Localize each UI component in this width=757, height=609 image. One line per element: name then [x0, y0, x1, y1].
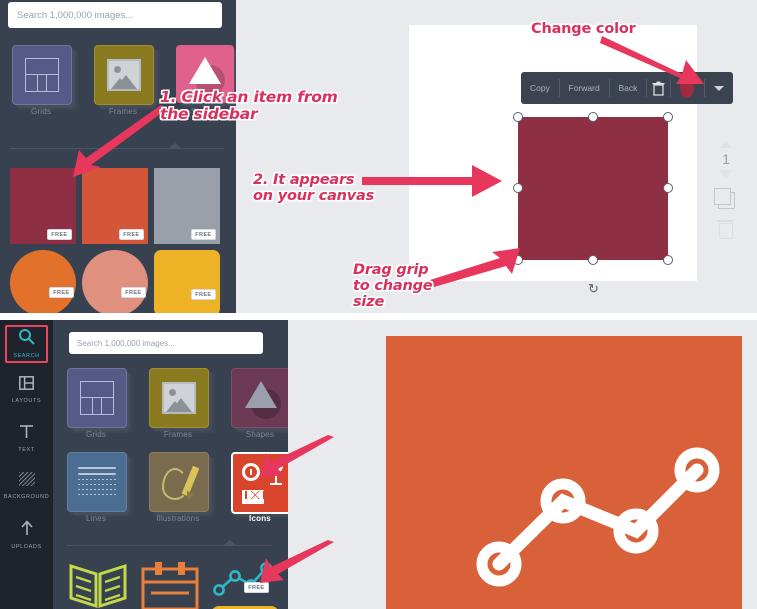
category-label-frames: Frames: [163, 430, 193, 439]
category-label-lines: Lines: [85, 514, 107, 523]
arrow-to-sidebar-item: [73, 105, 167, 177]
bottom-sidebar: Grids Frames Shapes: [53, 320, 293, 609]
free-badge: FREE: [46, 229, 72, 240]
resize-handle-ne[interactable]: [663, 112, 673, 122]
resize-handle-nw[interactable]: [513, 112, 523, 122]
canva-editor-screenshot: Grids Frames Shapes FRE: [0, 0, 757, 609]
resize-handle-w[interactable]: [513, 183, 523, 193]
annotation-step-2: 2. It appears on your canvas: [253, 172, 375, 205]
result-tile[interactable]: [67, 560, 129, 609]
layouts-icon: [19, 376, 34, 390]
resize-handle-s[interactable]: [588, 255, 598, 265]
resize-handle-n[interactable]: [588, 112, 598, 122]
caret-up-icon[interactable]: [719, 140, 733, 148]
chevron-up-icon[interactable]: [223, 540, 237, 546]
chevron-up-icon[interactable]: [168, 143, 182, 149]
arrow-to-canvas: [362, 165, 502, 197]
page-number: 1: [722, 151, 730, 167]
chevron-down-icon[interactable]: [714, 85, 724, 91]
rail-item-layouts[interactable]: LAYOUTS: [0, 376, 53, 404]
caret-down-icon[interactable]: [719, 170, 733, 178]
bottom-panel: SEARCH LAYOUTS TEXT BACKGROUND UPLOADS S…: [0, 320, 757, 609]
free-badge: FREE: [48, 287, 74, 298]
free-badge: FREE: [190, 289, 216, 300]
category-tile-shapes[interactable]: [231, 368, 291, 428]
bottom-search-container[interactable]: [69, 332, 263, 354]
category-tile-illustrations[interactable]: [149, 452, 209, 512]
arrow-to-color-swatch: [600, 36, 704, 84]
annotation-change-color: Change color: [531, 21, 636, 37]
grids-icon: [25, 58, 59, 92]
duplicate-page-icon[interactable]: [713, 188, 735, 209]
bottom-canvas-area[interactable]: [288, 320, 757, 609]
category-tile-frames[interactable]: [149, 368, 209, 428]
page-navigation: 1: [713, 140, 739, 239]
rotate-handle-icon[interactable]: ↻: [588, 282, 601, 295]
search-input[interactable]: [8, 2, 222, 28]
free-badge: FREE: [120, 287, 146, 298]
annotation-drag-grip: Drag grip to change size: [353, 262, 433, 311]
text-icon: [20, 425, 33, 438]
result-tile[interactable]: FREE: [154, 250, 220, 313]
search-icon: [19, 329, 35, 345]
category-label-grids: Grids: [85, 430, 107, 439]
circle-shape: [82, 250, 148, 313]
arrow-to-grip: [430, 248, 520, 287]
search-input[interactable]: [69, 332, 263, 354]
bottom-category-row-1: Grids Frames Shapes: [67, 368, 291, 439]
resize-handle-e[interactable]: [663, 183, 673, 193]
result-tile[interactable]: [139, 560, 201, 609]
free-badge: FREE: [118, 229, 144, 240]
top-search-container[interactable]: [8, 2, 222, 28]
calendar-icon: [141, 562, 199, 609]
top-panel: Grids Frames Shapes FRE: [0, 0, 757, 313]
upload-arrow-icon: [20, 520, 33, 535]
book-icon: [69, 563, 127, 609]
copy-button[interactable]: Copy: [521, 72, 559, 104]
frames-icon: [107, 59, 141, 91]
result-tile[interactable]: FREE: [82, 250, 148, 313]
illustrations-icon: [162, 464, 200, 502]
circle-shape: [10, 250, 76, 313]
frames-icon: [162, 382, 196, 414]
grids-icon: [80, 381, 114, 415]
rail-label-uploads: UPLOADS: [11, 544, 42, 550]
resize-handle-se[interactable]: [663, 255, 673, 265]
category-tile-lines[interactable]: [67, 452, 127, 512]
rail-label-text: TEXT: [18, 447, 35, 453]
category-label-icons: Icons: [249, 514, 271, 523]
category-label-illustrations: Illustrations: [156, 514, 200, 523]
free-badge: FREE: [190, 229, 216, 240]
rail-item-background[interactable]: BACKGROUND: [0, 472, 53, 500]
category-tile-grids[interactable]: [67, 368, 127, 428]
category-tile-frames[interactable]: [94, 45, 154, 105]
arrow-to-chart-result: [260, 540, 334, 583]
selected-shape[interactable]: [517, 116, 669, 261]
result-tile[interactable]: FREE: [10, 250, 76, 313]
shapes-triangle-icon: [245, 381, 277, 408]
delete-page-icon[interactable]: [717, 220, 733, 239]
lines-icon: [78, 467, 116, 499]
rail-label-background: BACKGROUND: [3, 494, 50, 500]
category-tile-grids[interactable]: [12, 45, 72, 105]
annotation-step-1: 1. Click an item from the sidebar: [160, 88, 338, 124]
rail-item-search[interactable]: SEARCH: [0, 325, 53, 363]
line-chart-icon: [476, 447, 720, 587]
rail-item-text[interactable]: TEXT: [0, 424, 53, 453]
design-page[interactable]: [386, 336, 742, 609]
arrow-to-icons-tile: [260, 435, 334, 478]
rail-item-uploads[interactable]: UPLOADS: [0, 520, 53, 550]
left-rail: SEARCH LAYOUTS TEXT BACKGROUND UPLOADS: [0, 320, 53, 609]
background-icon: [18, 472, 35, 486]
shapes-triangle-icon: [189, 57, 221, 84]
bottom-divider: [67, 545, 272, 546]
rail-label-layouts: LAYOUTS: [11, 398, 42, 404]
